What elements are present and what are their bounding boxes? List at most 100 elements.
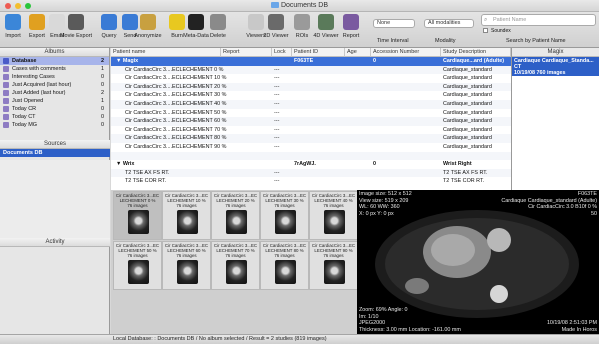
table-row[interactable]: Cir CardiacCirc 3....ECLECHEMENT 80 % ---… — [111, 134, 511, 143]
thumbnail-caption: Cir CardiacCirc 3...EC LECHEMENT 10 % 76 i… — [163, 193, 210, 208]
sidebar-item-count: 2 — [100, 58, 104, 64]
info-panel-selected[interactable]: Cardiaque Cardiaque_Standa... CT 10/19/0… — [512, 57, 599, 76]
table-row[interactable]: ▼ Magix F063TE 0 Cardiaque...ard (Adulte) — [111, 57, 511, 66]
sidebar-item-just-acquired-last-hour[interactable]: Just Acquired (last hour) 0 — [0, 81, 109, 89]
sidebar-item-database[interactable]: Database 2 — [0, 57, 109, 65]
thumbnail-image-count: 76 images — [176, 203, 197, 208]
column-header-accession-number[interactable]: Accession Number — [371, 48, 441, 57]
table-row[interactable]: Cir CardiacCirc 3....ECLECHEMENT 60 % ---… — [111, 117, 511, 126]
sidebar-item-just-added-last-hour[interactable]: Just Added (last hour) 2 — [0, 89, 109, 97]
sidebar: Albums Database 2 Cases with comments 1 Inte… — [0, 48, 110, 334]
series-thumbnail[interactable]: Cir CardiacCirc 3...EC LECHEMENT 60 % 76 i… — [162, 241, 211, 290]
time-interval-value: None — [377, 20, 391, 26]
soundex-checkbox[interactable] — [483, 28, 488, 33]
sidebar-item-today-ct[interactable]: Today CT 0 — [0, 113, 109, 121]
sidebar-item-count: 0 — [100, 122, 104, 128]
table-row[interactable]: Cir CardiacCirc 3....ECLECHEMENT 10 % ---… — [111, 74, 511, 83]
album-icon — [3, 106, 9, 112]
column-header-lock[interactable]: Lock — [272, 48, 292, 57]
table-row[interactable]: Cir CardiacCirc 3....ECLECHEMENT 40 % ---… — [111, 100, 511, 109]
toolbar: Import Export Email Movie Export Query Send An… — [0, 12, 599, 48]
cell-desc: Cardiaque_standard — [443, 109, 492, 116]
sidebar-item-cases-with-comments[interactable]: Cases with comments 1 — [0, 65, 109, 73]
sidebar-item-label: Today CR — [12, 106, 37, 112]
ct-thumbnail-image — [177, 210, 198, 234]
table-row[interactable]: Cir CardiacCirc 3....ECLECHEMENT 70 % ---… — [111, 126, 511, 135]
cell-id: F063TE — [294, 58, 314, 64]
toolbar-button-label: Report — [342, 33, 360, 39]
ct-thumbnail-image — [226, 210, 247, 234]
thumbnail-caption: Cir CardiacCirc 3...EC LECHEMENT 30 % 76 i… — [261, 193, 308, 208]
ct-thumbnail-image — [177, 260, 198, 284]
sidebar-item-just-opened[interactable]: Just Opened 1 — [0, 97, 109, 105]
patient-search-input[interactable]: Patient Name — [481, 14, 596, 26]
series-thumbnail[interactable]: Cir CardiacCirc 3...EC LECHEMENT 30 % 76 i… — [260, 191, 309, 240]
toolbar-button-report[interactable]: Report — [339, 14, 363, 39]
toolbar-button-delete[interactable]: Delete — [206, 14, 230, 39]
disclosure-triangle-icon[interactable]: ▼ — [116, 58, 123, 64]
cell-name: Cir CardiacCirc 3....ECLECHEMENT 20 % — [125, 83, 227, 90]
album-icon — [3, 82, 9, 88]
table-row[interactable]: Cir CardiacCirc 3....ECLECHEMENT 0 % --- C… — [111, 65, 511, 75]
table-row[interactable]: ▼ Wrix 7rAgWJ. 0 Wrist Right — [111, 160, 511, 169]
liver-shape — [405, 278, 429, 294]
cell-desc: Cardiaque_standard — [443, 144, 492, 150]
series-thumbnail[interactable]: Cir CardiacCirc 3...EC LECHEMENT 10 % 76 i… — [162, 191, 211, 240]
table-row[interactable]: T2 TSE AX FS RT. --- T2 TSE AX FS RT. — [111, 168, 511, 178]
cell-name: Cir CardiacCirc 3....ECLECHEMENT 70 % — [125, 126, 227, 133]
column-header-patient-id[interactable]: Patient ID — [292, 48, 345, 57]
viewers-icon — [248, 14, 264, 30]
sidebar-item-interesting-cases[interactable]: Interesting Cases 0 — [0, 73, 109, 81]
cell-name-text: Magix — [122, 58, 139, 64]
table-row[interactable]: Cir CardiacCirc 3....ECLECHEMENT 30 % ---… — [111, 91, 511, 100]
time-interval-select[interactable]: None — [373, 19, 415, 28]
album-icon — [3, 74, 9, 80]
series-thumbnail[interactable]: Cir CardiacCirc 3...EC LECHEMENT 40 % 76 i… — [309, 191, 358, 240]
toolbar-button-anonymize[interactable]: Anonymize — [134, 14, 162, 39]
series-thumbnail[interactable]: Cir CardiacCirc 3...EC LECHEMENT 90 % 76 i… — [309, 241, 358, 290]
series-thumbnail[interactable]: Cir CardiacCirc 3...EC LECHEMENT 50 % 76 i… — [113, 241, 162, 290]
table-row[interactable]: Cir CardiacCirc 3....ECLECHEMENT 90 % ---… — [111, 143, 511, 152]
sidebar-item-label: Today CT — [12, 114, 36, 120]
cell-name-text: Wrix — [122, 161, 135, 168]
table-row[interactable]: Cir CardiacCirc 3....ECLECHEMENT 50 % ---… — [111, 109, 511, 118]
study-table: Patient name Report Lock Patient ID Age Acces… — [111, 48, 511, 190]
column-header-report[interactable]: Report — [221, 48, 272, 57]
sidebar-item-today-cr[interactable]: Today CR 0 — [0, 105, 109, 113]
column-header-patient-name[interactable]: Patient name — [111, 48, 221, 57]
table-row-empty[interactable] — [111, 151, 511, 161]
series-thumbnail[interactable]: Cir CardiacCirc 3...EC LECHEMENT 0 % 76 im… — [113, 191, 162, 240]
column-header-age[interactable]: Age — [345, 48, 371, 57]
cell-desc: Cardiaque_standard — [443, 101, 492, 107]
export-icon — [29, 14, 45, 30]
series-thumbnail[interactable]: Cir CardiacCirc 3...EC LECHEMENT 80 % 76 i… — [260, 241, 309, 290]
activity-header: Activity — [0, 238, 110, 247]
table-row[interactable]: T2 TSE COR RT. --- T2 TSE COR RT. — [111, 177, 511, 186]
modality-select[interactable]: All modalities — [424, 19, 474, 28]
viewer-info-line: X: 0 px Y: 0 px — [359, 210, 394, 217]
series-thumbnail[interactable]: Cir CardiacCirc 3...EC LECHEMENT 70 % 76 i… — [211, 241, 260, 290]
cell-lock: --- — [274, 83, 280, 90]
series-thumbnail[interactable]: Cir CardiacCirc 3...EC LECHEMENT 20 % 76 i… — [211, 191, 260, 240]
time-interval-caption: Time Interval — [377, 38, 409, 44]
column-header-study-description[interactable]: Study Description — [441, 48, 511, 57]
source-documents-db[interactable]: Documents DB — [0, 149, 110, 157]
album-icon — [3, 114, 9, 120]
ct-thumbnail-image — [275, 210, 296, 234]
cell-lock: --- — [274, 101, 280, 107]
toolbar-button-movie-export[interactable]: Movie Export — [60, 14, 92, 39]
cell-desc: T2 TSE COR RT. — [443, 178, 485, 185]
cell-lock: --- — [274, 135, 280, 142]
title-bar: Documents DB — [0, 0, 599, 12]
table-row[interactable]: Cir CardiacCirc 3....ECLECHEMENT 20 % ---… — [111, 82, 511, 92]
disclosure-triangle-icon[interactable]: ▼ — [116, 161, 123, 167]
cell-lock: --- — [274, 144, 280, 150]
thumbnail-caption: Cir CardiacCirc 3...EC LECHEMENT 20 % 76 i… — [212, 193, 259, 208]
info-date: 10/19/08 760 images — [514, 70, 566, 76]
thumbnail-caption: Cir CardiacCirc 3...EC LECHEMENT 90 % 76 i… — [310, 243, 357, 258]
album-icon — [3, 122, 9, 128]
sidebar-item-today-mg[interactable]: Today MG 0 — [0, 121, 109, 129]
image-viewer[interactable]: Image size: 512 x 512 View size: 519 x 20… — [357, 190, 599, 334]
cell-name: ▼ Magix — [116, 57, 224, 66]
cell-desc: T2 TSE AX FS RT. — [443, 169, 488, 176]
